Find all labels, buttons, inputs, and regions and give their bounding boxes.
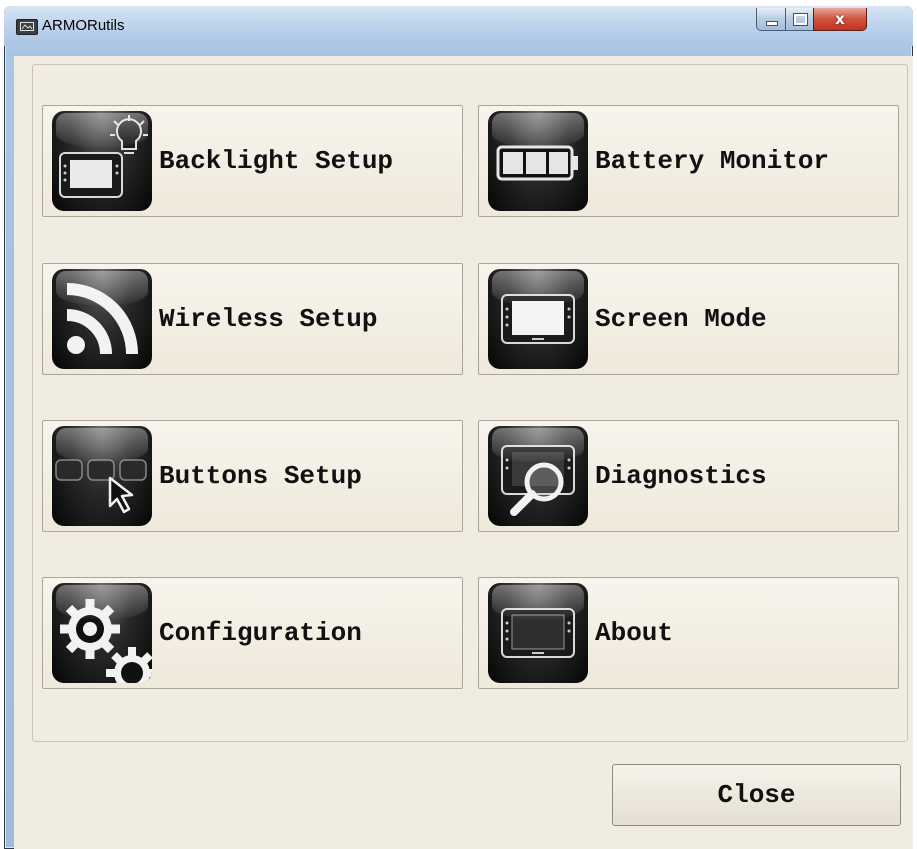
diagnostics-icon [488, 426, 588, 526]
app-window: ARMORutils x Backlight Setup Battery Mon… [4, 6, 913, 849]
app-icon [16, 19, 38, 35]
tile-label: Configuration [159, 618, 362, 648]
tile-label: Buttons Setup [159, 461, 362, 491]
tile-label: Backlight Setup [159, 146, 394, 176]
buttons-setup-button[interactable]: Buttons Setup [42, 420, 463, 532]
backlight-setup-button[interactable]: Backlight Setup [42, 105, 463, 217]
wireless-icon [52, 269, 152, 369]
tile-label: Screen Mode [595, 304, 767, 334]
dialog-body: Backlight Setup Battery Monitor Wireless… [14, 56, 913, 849]
tablet-icon [488, 583, 588, 683]
configuration-button[interactable]: Configuration [42, 577, 463, 689]
backlight-icon [52, 111, 152, 211]
tile-label: Wireless Setup [159, 304, 378, 334]
maximize-button[interactable] [785, 8, 814, 31]
screen-mode-icon [488, 269, 588, 369]
buttons-icon [52, 426, 152, 526]
title-bar[interactable]: ARMORutils x [4, 6, 913, 46]
tile-label: Diagnostics [595, 461, 767, 491]
screen-mode-button[interactable]: Screen Mode [478, 263, 899, 375]
close-button[interactable]: Close [612, 764, 901, 826]
gears-icon [52, 583, 152, 683]
maximize-icon [793, 13, 808, 26]
close-icon: x [835, 10, 845, 28]
minimize-icon [766, 21, 778, 26]
about-button[interactable]: About [478, 577, 899, 689]
minimize-button[interactable] [756, 8, 786, 31]
wireless-setup-button[interactable]: Wireless Setup [42, 263, 463, 375]
close-window-button[interactable]: x [813, 8, 867, 31]
tile-label: Battery Monitor [595, 146, 830, 176]
battery-icon [488, 111, 588, 211]
battery-monitor-button[interactable]: Battery Monitor [478, 105, 899, 217]
diagnostics-button[interactable]: Diagnostics [478, 420, 899, 532]
window-title: ARMORutils [42, 17, 125, 34]
tile-label: About [595, 618, 674, 648]
